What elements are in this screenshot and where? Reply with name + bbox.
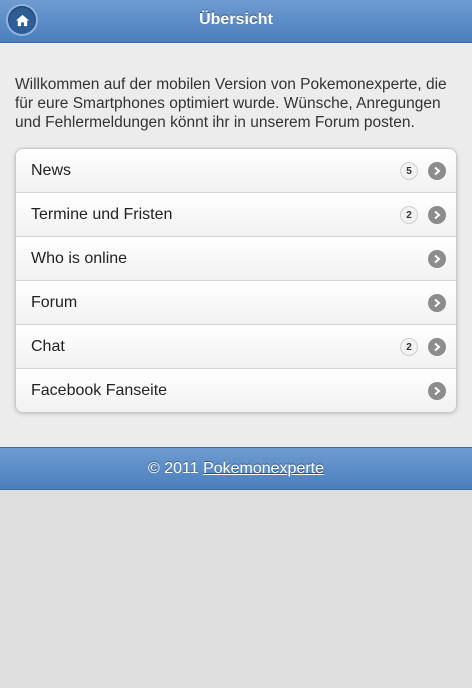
list-item-facebook[interactable]: Facebook Fanseite [16,368,456,412]
footer-link[interactable]: Pokemonexperte [203,460,324,477]
chevron-right-icon [428,338,446,356]
intro-text: Willkommen auf der mobilen Version von P… [15,76,447,131]
chevron-right-icon [428,250,446,268]
list-item-chat[interactable]: Chat 2 [16,324,456,368]
list-item-label: Facebook Fanseite [31,382,168,399]
count-badge: 2 [400,206,418,224]
list-item-label: Chat [31,338,65,355]
list-item-forum[interactable]: Forum [16,280,456,324]
menu-list: News 5 Termine und Fristen 2 Who is onli… [15,148,457,413]
main-content: Willkommen auf der mobilen Version von P… [0,43,472,447]
page: Übersicht Willkommen auf der mobilen Ver… [0,0,472,688]
list-item-news[interactable]: News 5 [16,149,456,192]
list-item-label: Forum [31,294,78,311]
list-item-termine[interactable]: Termine und Fristen 2 [16,192,456,236]
page-title: Übersicht [199,11,273,28]
chevron-right-icon [428,382,446,400]
list-item-label: Termine und Fristen [31,206,173,223]
list-item-label: Who is online [31,250,128,267]
chevron-right-icon [428,294,446,312]
list-item-who-is-online[interactable]: Who is online [16,236,456,280]
list-item-label: News [31,162,72,179]
chevron-right-icon [428,206,446,224]
count-badge: 2 [400,338,418,356]
header-bar: Übersicht [0,0,472,43]
footer-bar: © 2011 Pokemonexperte [0,447,472,490]
copyright-text: © 2011 [147,460,199,477]
chevron-right-icon [428,162,446,180]
count-badge: 5 [400,162,418,180]
